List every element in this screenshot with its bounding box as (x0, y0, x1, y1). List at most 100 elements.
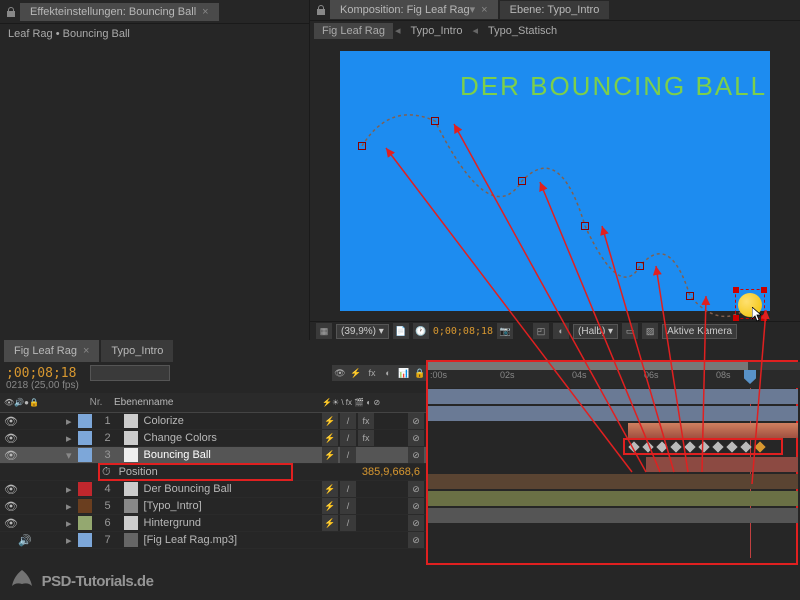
layer-name[interactable]: Hintergrund (140, 517, 318, 529)
keyframe[interactable] (712, 441, 723, 452)
motion-point[interactable] (581, 222, 589, 230)
keyframe[interactable] (726, 441, 737, 452)
layer-bar[interactable] (646, 457, 798, 472)
twirl-icon[interactable]: ▸ (62, 517, 76, 530)
layer-name[interactable]: [Typo_Intro] (140, 500, 318, 512)
layer-row[interactable]: 👁 ▸ 6 Hintergrund ⚡/⊘ (0, 515, 428, 532)
camera-dropdown[interactable]: Aktive Kamera (662, 324, 737, 339)
property-name[interactable]: Position (115, 466, 362, 478)
viewport[interactable]: DER BOUNCING BALL (310, 41, 800, 321)
view-icon[interactable]: ▭ (622, 323, 638, 339)
twirl-icon[interactable]: ▸ (62, 483, 76, 496)
keyframe[interactable] (628, 441, 639, 452)
keyframe[interactable] (642, 441, 653, 452)
layer-name[interactable]: Change Colors (140, 432, 318, 444)
blur-icon[interactable]: ◐ (380, 365, 396, 381)
effects-tab[interactable]: Effekteinstellungen: Bouncing Ball× (20, 3, 219, 21)
graph-icon[interactable]: 📊 (396, 365, 412, 381)
layer-color[interactable] (78, 499, 92, 513)
eye-icon[interactable]: 👁 (4, 415, 18, 428)
canvas[interactable]: DER BOUNCING BALL (340, 51, 770, 311)
layer-name[interactable]: Colorize (140, 415, 318, 427)
motion-point[interactable] (686, 292, 694, 300)
layer-row[interactable]: 🔊 ▸ 7 [Fig Leaf Rag.mp3] ⊘ (0, 532, 428, 549)
timeline-tracks[interactable]: :00s 02s 04s 06s 08s (428, 362, 800, 562)
crumb-1[interactable]: Fig Leaf Rag (314, 23, 393, 39)
layer-row[interactable]: 👁 ▸ 2 Change Colors ⚡/fx⊘ (0, 430, 428, 447)
close-icon[interactable]: × (202, 6, 208, 18)
layer-row[interactable]: 👁 ▸ 1 Colorize ⚡/fx⊘ (0, 413, 428, 430)
text-layer-icon (124, 482, 138, 496)
grid-icon[interactable]: ▦ (316, 323, 332, 339)
comp-tab-2[interactable]: Ebene: Typo_Intro (500, 1, 610, 19)
layer-name[interactable]: [Fig Leaf Rag.mp3] (140, 534, 318, 546)
motion-point[interactable] (518, 177, 526, 185)
switch-icon[interactable]: ⚡ (348, 365, 364, 381)
motion-point[interactable] (636, 262, 644, 270)
twirl-icon[interactable]: ▾ (62, 449, 76, 462)
eye-icon[interactable]: 👁 (4, 432, 18, 445)
motion-point[interactable] (431, 117, 439, 125)
layer-bar[interactable] (428, 508, 798, 523)
eye-icon[interactable]: 👁 (4, 517, 18, 530)
layer-row-selected[interactable]: 👁 ▾ 3 Bouncing Ball ⚡/⊘ (0, 447, 428, 464)
keyframe[interactable] (740, 441, 751, 452)
time-ruler[interactable]: :00s 02s 04s 06s 08s (428, 370, 800, 388)
layer-name[interactable]: Bouncing Ball (140, 449, 318, 461)
tl-tab-1[interactable]: Fig Leaf Rag× (4, 340, 99, 362)
viewer-time[interactable]: 0;00;08;18 (433, 326, 493, 337)
search-input[interactable] (90, 365, 170, 381)
mask-icon[interactable]: ◐ (553, 323, 569, 339)
keyframe[interactable] (698, 441, 709, 452)
eye-icon[interactable]: 👁 (4, 500, 18, 513)
crumb-3[interactable]: Typo_Statisch (480, 23, 565, 39)
layer-color[interactable] (78, 482, 92, 496)
keyframe[interactable] (684, 441, 695, 452)
zoom-dropdown[interactable]: (39,9%) ▾ (336, 324, 389, 339)
close-icon[interactable]: × (481, 4, 487, 16)
keyframe[interactable] (670, 441, 681, 452)
layer-name[interactable]: Der Bouncing Ball (140, 483, 318, 495)
twirl-icon[interactable]: ▸ (62, 415, 76, 428)
property-value[interactable]: 385,9,668,6 (362, 466, 428, 478)
lock-icon[interactable]: 🔒 (412, 365, 428, 381)
twirl-icon[interactable]: ▸ (62, 534, 76, 547)
region-icon[interactable]: ◰ (533, 323, 549, 339)
layer-bar[interactable] (428, 474, 798, 489)
layer-color[interactable] (78, 414, 92, 428)
layer-row[interactable]: 👁 ▸ 4 Der Bouncing Ball ⚡/⊘ (0, 481, 428, 498)
eye-icon[interactable]: 👁 (4, 449, 18, 462)
layer-color[interactable] (78, 448, 92, 462)
eye-icon[interactable]: 👁 (4, 483, 18, 496)
fx-icon[interactable]: fx (364, 365, 380, 381)
layer-bar[interactable] (628, 423, 798, 438)
layer-bar[interactable] (428, 389, 798, 404)
crumb-2[interactable]: Typo_Intro (403, 23, 471, 39)
page-icon[interactable]: 📄 (393, 323, 409, 339)
snapshot-icon[interactable]: 📷 (497, 323, 513, 339)
twirl-icon[interactable]: ▸ (62, 500, 76, 513)
property-row[interactable]: ⏱ Position 385,9,668,6 (0, 464, 428, 481)
resolution-dropdown[interactable]: (Halb) ▾ (573, 324, 618, 339)
layer-color[interactable] (78, 533, 92, 547)
clock-icon[interactable]: 🕐 (413, 323, 429, 339)
layer-bar[interactable] (428, 406, 798, 421)
layer-color[interactable] (78, 516, 92, 530)
keyframe-selected[interactable] (754, 441, 765, 452)
cti-head[interactable] (744, 370, 756, 384)
audio-icon[interactable]: 🔊 (18, 534, 32, 547)
comp-tab-1[interactable]: Komposition: Fig Leaf Rag ▾× (330, 0, 498, 19)
motion-point[interactable] (358, 142, 366, 150)
keyframe[interactable] (656, 441, 667, 452)
layer-color[interactable] (78, 431, 92, 445)
tl-tab-2[interactable]: Typo_Intro (101, 340, 173, 362)
layer-bar[interactable] (428, 491, 798, 506)
layer-type-icon (124, 431, 138, 445)
work-area[interactable] (428, 362, 800, 370)
shy-icon[interactable]: 👁 (332, 365, 348, 381)
twirl-icon[interactable]: ▸ (62, 432, 76, 445)
layer-row[interactable]: 👁 ▸ 5 [Typo_Intro] ⚡/⊘ (0, 498, 428, 515)
canvas-title-text: DER BOUNCING BALL (460, 71, 767, 102)
transparency-icon[interactable]: ▨ (642, 323, 658, 339)
stopwatch-icon[interactable]: ⏱ (98, 466, 115, 479)
